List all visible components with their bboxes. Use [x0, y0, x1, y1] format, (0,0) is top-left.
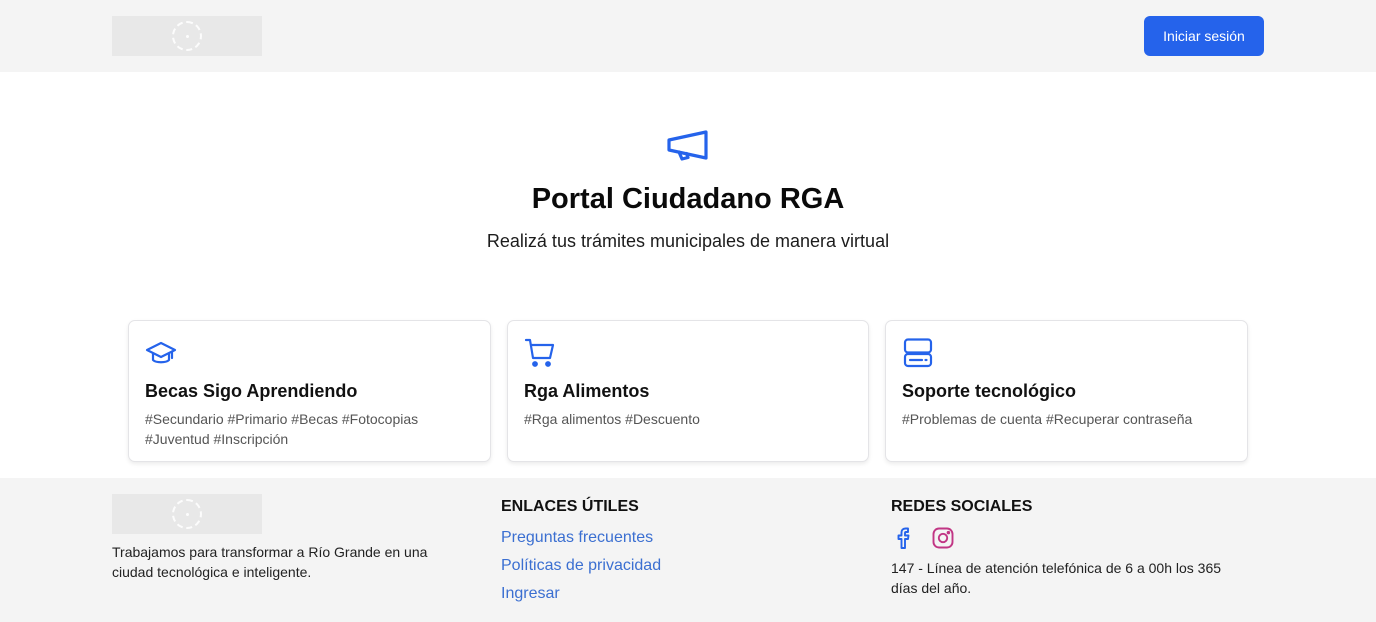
header-logo[interactable]: [112, 16, 262, 56]
site-footer: Trabajamos para transformar a Río Grande…: [0, 478, 1376, 622]
card-title: Soporte tecnológico: [902, 381, 1077, 401]
footer-about: Trabajamos para transformar a Río Grande…: [112, 544, 428, 580]
shopping-cart-icon: [524, 338, 555, 367]
social-heading: REDES SOCIALES: [891, 498, 1033, 515]
municipal-seal-icon: [172, 21, 202, 51]
page-title: Portal Ciudadano RGA: [531, 183, 845, 215]
instagram-icon[interactable]: [931, 526, 955, 550]
page-subtitle: Realizá tus trámites municipales de mane…: [486, 231, 890, 251]
card-tags: #Problemas de cuenta #Recuperar contrase…: [902, 411, 1193, 427]
footer-logo: [112, 494, 262, 534]
card-tags: #Secundario #Primario #Becas #Fotocopias…: [145, 411, 419, 447]
link-login[interactable]: Ingresar: [501, 582, 661, 610]
card-title: Becas Sigo Aprendiendo: [145, 381, 358, 401]
card-title: Rga Alimentos: [524, 381, 650, 401]
megaphone-icon: [667, 130, 708, 161]
card-alimentos[interactable]: Rga Alimentos #Rga alimentos #Descuento: [507, 320, 869, 462]
card-tags: #Rga alimentos #Descuento: [524, 411, 700, 427]
social-icons: [891, 526, 955, 550]
link-privacy[interactable]: Políticas de privacidad: [501, 554, 661, 582]
card-becas[interactable]: Becas Sigo Aprendiendo #Secundario #Prim…: [128, 320, 491, 462]
contact-info: 147 - Línea de atención telefónica de 6 …: [891, 560, 1222, 596]
card-soporte[interactable]: Soporte tecnológico #Problemas de cuenta…: [885, 320, 1248, 462]
server-icon: [903, 338, 933, 368]
login-button[interactable]: Iniciar sesión: [1144, 16, 1264, 56]
municipal-seal-icon: [172, 499, 202, 529]
link-faq[interactable]: Preguntas frecuentes: [501, 526, 661, 554]
links-heading: ENLACES ÚTILES: [501, 498, 639, 515]
site-header: Iniciar sesión: [0, 0, 1376, 72]
facebook-icon[interactable]: [891, 526, 915, 550]
graduation-cap-icon: [145, 341, 177, 364]
footer-links: Preguntas frecuentes Políticas de privac…: [501, 526, 661, 610]
